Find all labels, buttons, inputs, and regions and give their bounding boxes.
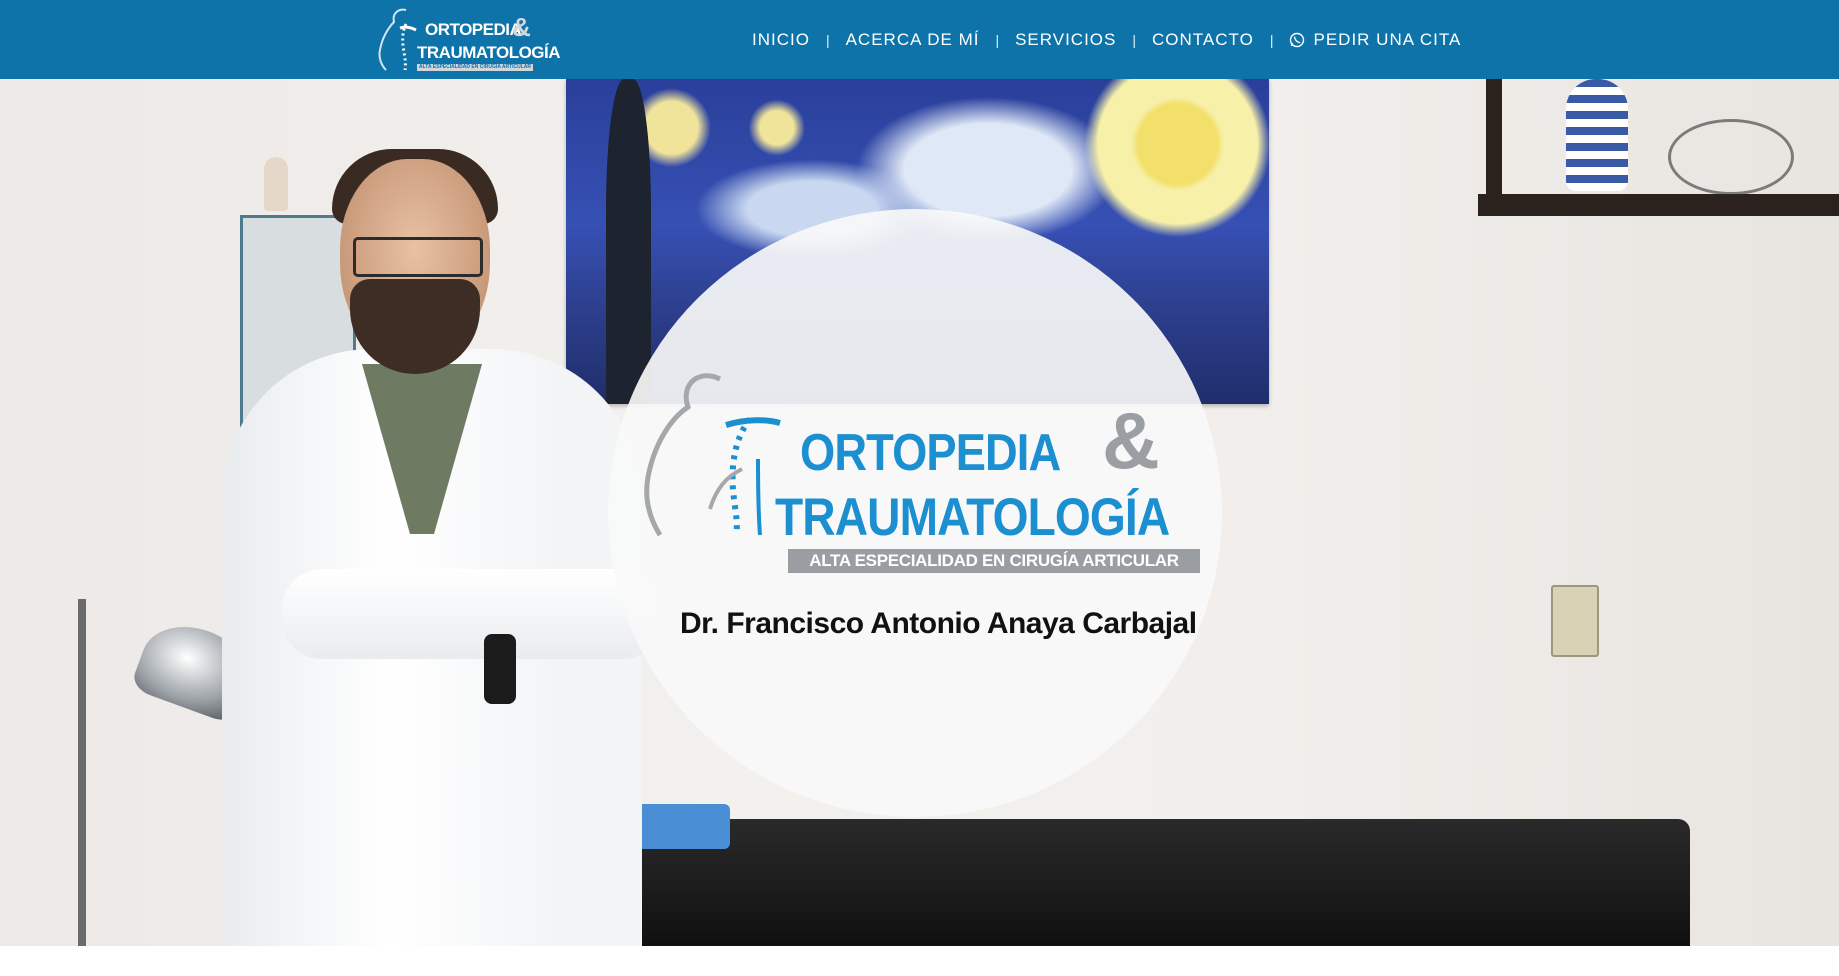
main-nav: INICIO | ACERCA DE MÍ | SERVICIOS | CONT… bbox=[752, 0, 1461, 79]
spine-figure-icon bbox=[644, 373, 781, 537]
hero-logo: ORTOPEDIA & TRAUMATOLOGÍA ALTA ESPECIALI… bbox=[630, 373, 1210, 579]
nav-item-pedir-una-cita-label: PEDIR UNA CITA bbox=[1313, 29, 1462, 49]
hero-logo-traumatologia: TRAUMATOLOGÍA bbox=[775, 488, 1170, 547]
hero-logo-tagline: ALTA ESPECIALIDAD EN CIRUGÍA ARTICULAR bbox=[788, 549, 1200, 573]
top-navbar: ORTOPEDIA & TRAUMATOLOGÍA ALTA ESPECIALI… bbox=[0, 0, 1839, 79]
logo-line-ortopedia: ORTOPEDIA bbox=[425, 20, 522, 39]
nav-item-acerca-de-mi[interactable]: ACERCA DE MÍ bbox=[846, 30, 980, 50]
nav-item-inicio[interactable]: INICIO bbox=[752, 30, 810, 50]
doctor-photo bbox=[222, 149, 662, 946]
site-logo-link[interactable]: ORTOPEDIA & TRAUMATOLOGÍA ALTA ESPECIALI… bbox=[372, 6, 561, 72]
logo-ampersand: & bbox=[512, 12, 531, 42]
nav-separator: | bbox=[1132, 31, 1137, 48]
hero-banner: ORTOPEDIA & TRAUMATOLOGÍA ALTA ESPECIALI… bbox=[0, 79, 1839, 946]
bicycle-figurine bbox=[1668, 119, 1794, 195]
wall-switch-plate bbox=[1551, 585, 1599, 657]
wall-shelf bbox=[1478, 194, 1839, 216]
nav-item-contacto[interactable]: CONTACTO bbox=[1152, 30, 1254, 50]
hero-logo-ortopedia: ORTOPEDIA bbox=[800, 424, 1061, 482]
logo-line-traumatologia: TRAUMATOLOGÍA bbox=[417, 43, 561, 62]
nav-item-servicios[interactable]: SERVICIOS bbox=[1015, 30, 1116, 50]
nav-separator: | bbox=[995, 31, 1000, 48]
crossed-arms bbox=[282, 569, 662, 659]
whatsapp-icon bbox=[1290, 32, 1305, 47]
nav-separator: | bbox=[825, 31, 830, 48]
hero-logo-ampersand: & bbox=[1102, 396, 1160, 485]
wristwatch bbox=[484, 634, 516, 704]
striped-vase bbox=[1566, 79, 1628, 191]
glasses bbox=[353, 237, 483, 277]
doctor-name: Dr. Francisco Antonio Anaya Carbajal bbox=[680, 607, 1197, 640]
spine-figure-icon bbox=[378, 8, 417, 71]
exam-table bbox=[590, 819, 1690, 946]
exam-lamp-pole bbox=[78, 599, 86, 946]
logo-tagline: ALTA ESPECIALIDAD EN CIRUGÍA ARTICULAR bbox=[417, 64, 534, 71]
nav-item-pedir-una-cita[interactable]: PEDIR UNA CITA bbox=[1289, 30, 1461, 50]
nav-separator: | bbox=[1269, 31, 1274, 48]
